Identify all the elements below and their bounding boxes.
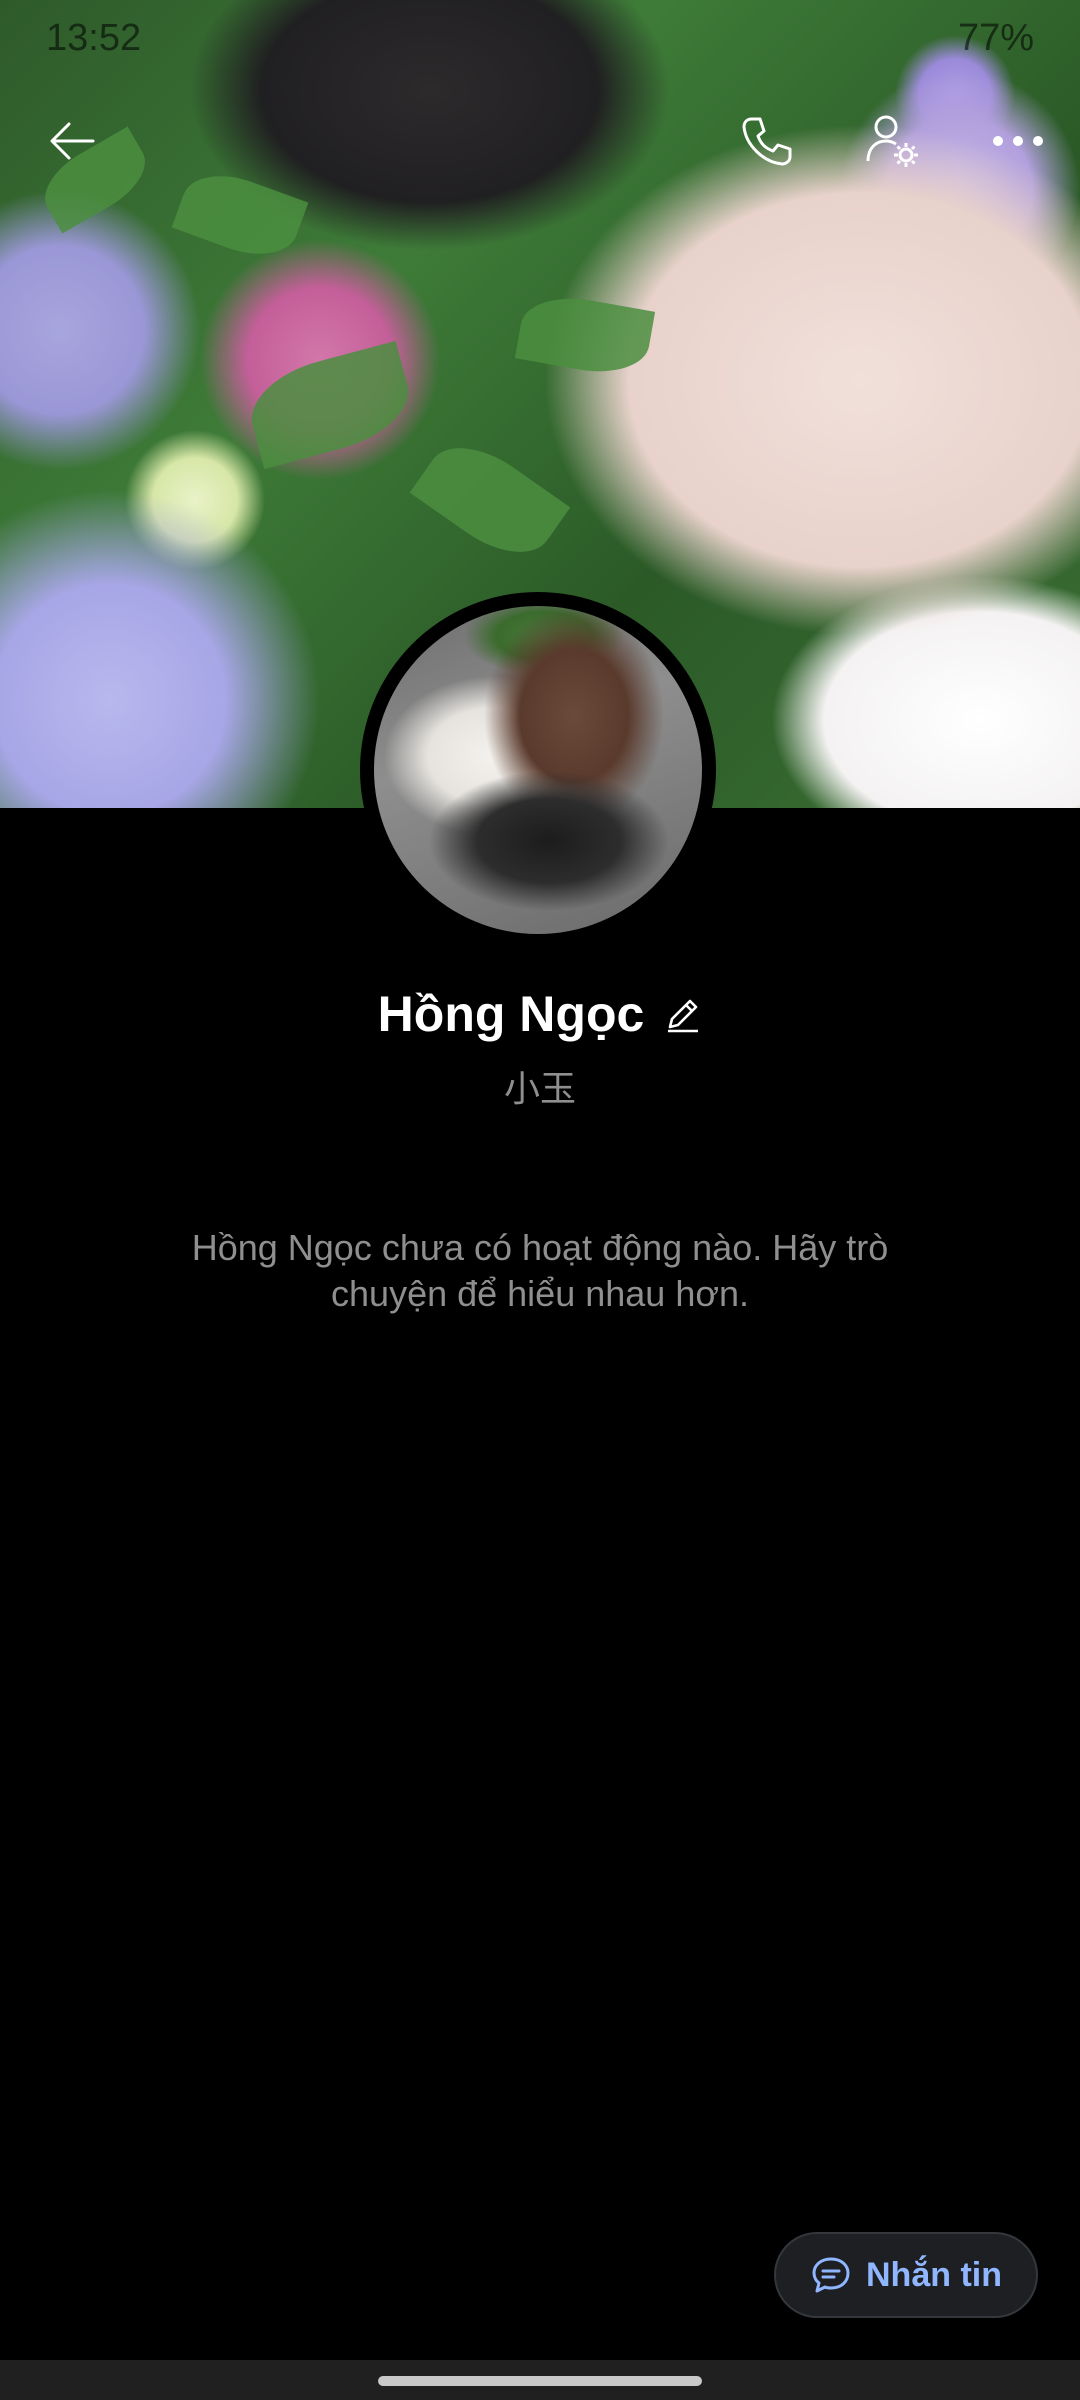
back-button[interactable] [32,101,112,181]
more-button[interactable] [978,101,1058,181]
status-time: 13:52 [46,16,142,59]
empty-activity-message: Hồng Ngọc chưa có hoạt động nào. Hãy trò… [191,1227,889,1314]
status-bar: 13:52 77% [0,0,1080,76]
profile-alias: 小玉 [503,1068,576,1109]
cover-leaf [409,427,571,573]
message-button-label: Nhắn tin [866,2255,1002,2294]
avatar-photo [374,606,702,934]
status-battery: 77% [957,16,1034,59]
avatar[interactable] [360,592,716,948]
cover-leaf [241,340,419,470]
chat-bubble-icon [812,2257,850,2293]
edit-pencil-icon [668,999,699,1033]
more-icon [993,136,1043,146]
call-button[interactable] [726,101,806,181]
profile-name: Hồng Ngọc [377,986,645,1042]
profile-screen: 13:52 77% Hồng Ngọc 小玉 Hồng Ngọc chưa có… [0,0,1080,2400]
navigation-gesture-bar [0,2360,1080,2400]
top-bar [0,96,1080,186]
phone-icon [742,117,792,166]
back-arrow-icon [50,122,95,160]
home-handle[interactable] [378,2376,702,2386]
edit-name-button[interactable] [664,995,702,1033]
user-settings-icon [866,115,918,167]
cover-leaf [514,289,656,381]
message-button[interactable]: Nhắn tin [774,2232,1038,2318]
name-row: Hồng Ngọc [0,985,1080,1043]
user-settings-button[interactable] [852,101,932,181]
